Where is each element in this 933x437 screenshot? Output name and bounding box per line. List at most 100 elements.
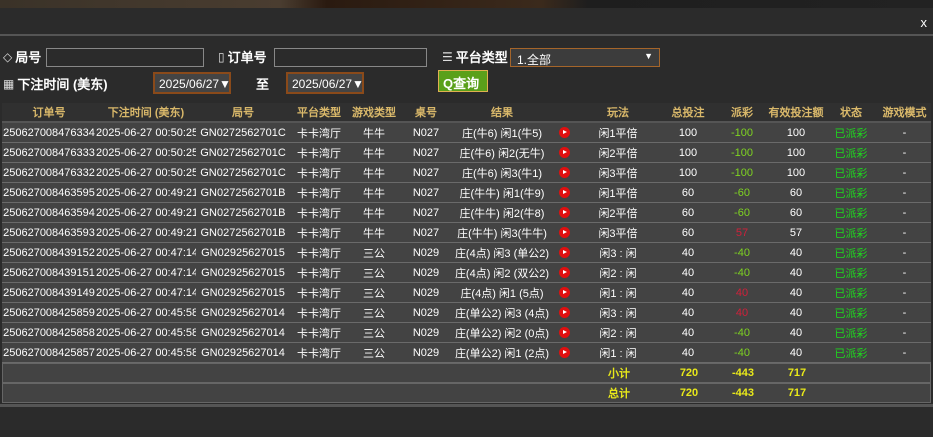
table-id-cell: N027 bbox=[412, 166, 440, 179]
date-from-picker[interactable]: 2025/06/27▼ bbox=[153, 72, 231, 94]
total-label: 总计 bbox=[608, 388, 630, 400]
platform-cell: 卡卡湾厅 bbox=[297, 207, 341, 220]
video-play-icon[interactable] bbox=[552, 147, 576, 159]
platform-select[interactable]: 1.全部 ▼ bbox=[510, 48, 660, 67]
result-cell: 庄(牛牛) 闲3(牛牛) bbox=[457, 227, 547, 240]
video-play-icon[interactable] bbox=[552, 267, 576, 279]
table-row[interactable]: 250627008476332 2025-06-27 00:50:25 GN0272… bbox=[2, 163, 931, 183]
total-bet-cell: 60 bbox=[681, 186, 695, 199]
query-label: 查询 bbox=[453, 76, 480, 91]
time-label-text: 下注时间 (美东) bbox=[17, 77, 108, 92]
table-id-cell: N029 bbox=[412, 286, 440, 299]
payout-cell: -40 bbox=[734, 326, 750, 339]
valid-bet-cell: 57 bbox=[789, 226, 803, 239]
status-cell: 已派彩 bbox=[834, 227, 868, 240]
round-id-cell: GN02925627014 bbox=[201, 326, 285, 339]
play-icon bbox=[558, 347, 570, 359]
subtotal-row: 小计 720 -443 717 bbox=[2, 363, 931, 383]
order-id-cell: 250627008476332 bbox=[3, 166, 95, 179]
play-type-cell: 闲1 : 闲 bbox=[599, 287, 637, 300]
video-play-icon[interactable] bbox=[552, 167, 576, 179]
video-play-icon[interactable] bbox=[552, 347, 576, 359]
table-row[interactable]: 250627008463593 2025-06-27 00:49:21 GN0272… bbox=[2, 223, 931, 243]
table-row[interactable]: 250627008425858 2025-06-27 00:45:58 GN0292… bbox=[2, 323, 931, 343]
total-bet-cell: 40 bbox=[681, 246, 695, 259]
table-id-cell: N029 bbox=[412, 346, 440, 359]
date-to-picker[interactable]: 2025/06/27▼ bbox=[286, 72, 364, 94]
play-icon bbox=[558, 287, 570, 299]
bet-time-cell: 2025-06-27 00:49:21 bbox=[96, 186, 196, 199]
result-cell: 庄(单公2) 闲2 (0点) bbox=[454, 327, 550, 340]
video-play-icon[interactable] bbox=[552, 227, 576, 239]
game-mode-cell: - bbox=[902, 226, 907, 239]
table-row[interactable]: 250627008439152 2025-06-27 00:47:14 GN0292… bbox=[2, 243, 931, 263]
round-id-cell: GN0272562701C bbox=[200, 126, 286, 139]
video-play-icon[interactable] bbox=[552, 127, 576, 139]
order-label-text: 订单号 bbox=[227, 50, 267, 65]
bet-time-cell: 2025-06-27 00:49:21 bbox=[96, 226, 196, 239]
total-bet-cell: 40 bbox=[681, 286, 695, 299]
order-label: ▯ 订单号 bbox=[218, 47, 267, 66]
table-row[interactable]: 250627008425859 2025-06-27 00:45:58 GN0292… bbox=[2, 303, 931, 323]
table-row[interactable]: 250627008425857 2025-06-27 00:45:58 GN0292… bbox=[2, 343, 931, 363]
column-header: 订单号 bbox=[32, 107, 66, 119]
order-id-cell: 250627008463593 bbox=[3, 226, 95, 239]
round-id-cell: GN02925627015 bbox=[201, 266, 285, 279]
status-cell: 已派彩 bbox=[834, 167, 868, 180]
result-cell: 庄(4点) 闲1 (5点) bbox=[460, 287, 544, 300]
play-icon bbox=[558, 207, 570, 219]
column-header: 局号 bbox=[232, 107, 254, 119]
status-cell: 已派彩 bbox=[834, 127, 868, 140]
game-mode-cell: - bbox=[902, 246, 907, 259]
play-type-cell: 闲3 : 闲 bbox=[599, 307, 637, 320]
video-play-icon[interactable] bbox=[552, 307, 576, 319]
database-icon: ☰ bbox=[442, 49, 453, 64]
video-play-icon[interactable] bbox=[552, 327, 576, 339]
play-type-cell: 闲1平倍 bbox=[598, 187, 638, 200]
table-row[interactable]: 250627008476333 2025-06-27 00:50:25 GN0272… bbox=[2, 143, 931, 163]
order-id-cell: 250627008476333 bbox=[3, 146, 95, 159]
table-row[interactable]: 250627008476334 2025-06-27 00:50:25 GN0272… bbox=[2, 123, 931, 143]
column-header: 总投注 bbox=[671, 107, 705, 119]
table-row[interactable]: 250627008463595 2025-06-27 00:49:21 GN0272… bbox=[2, 183, 931, 203]
order-id-cell: 250627008476334 bbox=[3, 126, 95, 139]
game-type-cell: 牛牛 bbox=[363, 187, 385, 200]
game-mode-cell: - bbox=[902, 146, 907, 159]
column-header: 派彩 bbox=[731, 107, 753, 119]
game-type-cell: 三公 bbox=[363, 347, 385, 360]
search-icon: Q bbox=[443, 76, 454, 91]
bet-time-cell: 2025-06-27 00:45:58 bbox=[96, 346, 196, 359]
video-play-icon[interactable] bbox=[552, 187, 576, 199]
play-type-cell: 闲2平倍 bbox=[598, 147, 638, 160]
table-id-cell: N027 bbox=[412, 146, 440, 159]
platform-cell: 卡卡湾厅 bbox=[297, 167, 341, 180]
table-row[interactable]: 250627008439151 2025-06-27 00:47:14 GN0292… bbox=[2, 263, 931, 283]
platform-label-text: 平台类型 bbox=[455, 50, 508, 65]
platform-cell: 卡卡湾厅 bbox=[297, 147, 341, 160]
order-input[interactable] bbox=[274, 48, 427, 67]
payout-cell: 57 bbox=[735, 226, 749, 239]
status-cell: 已派彩 bbox=[834, 207, 868, 220]
bet-time-cell: 2025-06-27 00:47:14 bbox=[96, 266, 196, 279]
valid-bet-cell: 60 bbox=[789, 186, 803, 199]
game-mode-cell: - bbox=[902, 166, 907, 179]
round-id-cell: GN0272562701C bbox=[200, 146, 286, 159]
query-button[interactable]: Q查询 bbox=[438, 70, 488, 92]
bet-table: 订单号 下注时间 (美东) 局号 平台类型 游戏类型 桌号 结果 玩法 总投注 派彩 有效投注额 状态… bbox=[2, 103, 931, 403]
round-input[interactable] bbox=[46, 48, 204, 67]
table-row[interactable]: 250627008439149 2025-06-27 00:47:14 GN0292… bbox=[2, 283, 931, 303]
order-id-cell: 250627008463594 bbox=[3, 206, 95, 219]
video-play-icon[interactable] bbox=[552, 247, 576, 259]
bet-time-cell: 2025-06-27 00:50:25 bbox=[96, 166, 196, 179]
table-row[interactable]: 250627008463594 2025-06-27 00:49:21 GN0272… bbox=[2, 203, 931, 223]
order-id-cell: 250627008439151 bbox=[3, 266, 95, 279]
video-play-icon[interactable] bbox=[552, 207, 576, 219]
platform-cell: 卡卡湾厅 bbox=[297, 327, 341, 340]
game-mode-cell: - bbox=[902, 286, 907, 299]
column-header: 有效投注额 bbox=[768, 107, 824, 119]
video-play-icon[interactable] bbox=[552, 287, 576, 299]
close-button[interactable]: x bbox=[921, 15, 928, 30]
valid-bet-cell: 40 bbox=[789, 306, 803, 319]
game-mode-cell: - bbox=[902, 306, 907, 319]
game-mode-cell: - bbox=[902, 186, 907, 199]
